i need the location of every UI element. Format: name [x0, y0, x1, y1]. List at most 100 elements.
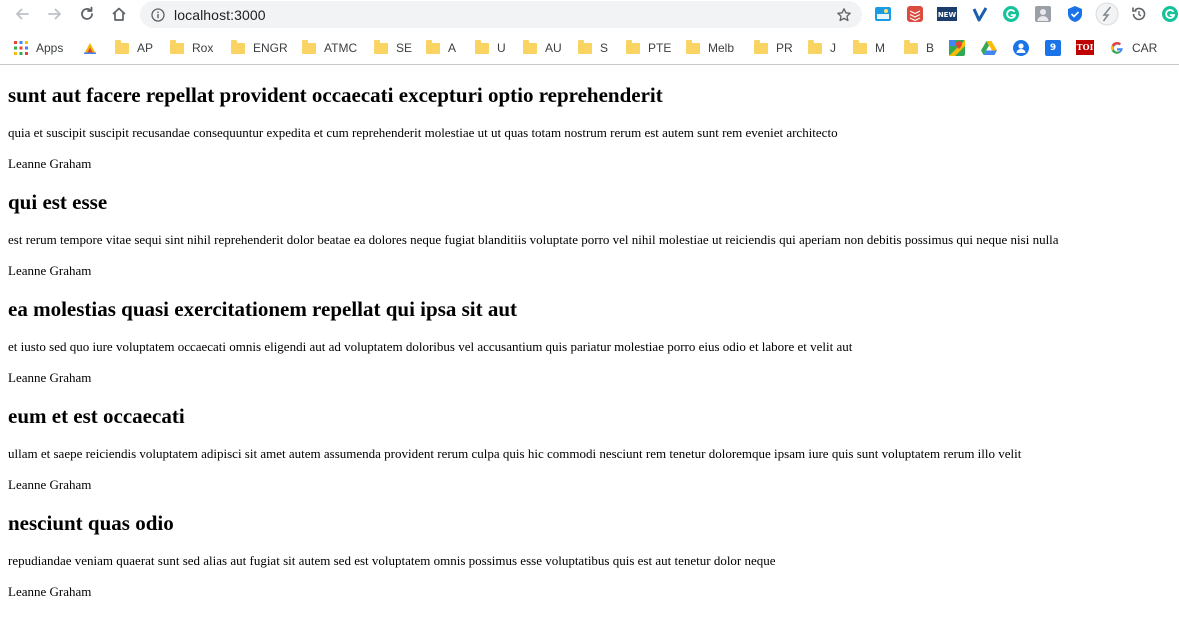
folder-icon: [904, 40, 918, 54]
maps-icon: [949, 39, 965, 56]
folder-icon: [115, 40, 129, 54]
post-item: sunt aut facere repellat provident occae…: [8, 83, 1171, 172]
extension-shield-icon[interactable]: [1065, 4, 1085, 24]
folder-icon: [626, 40, 640, 54]
post-author: Leanne Graham: [8, 477, 92, 492]
bookmark-apps[interactable]: Apps: [14, 31, 63, 64]
bookmark-custom[interactable]: [82, 31, 98, 64]
post-title: qui est esse: [8, 190, 108, 214]
bookmark-label: ENGR: [253, 40, 288, 55]
post-body: ullam et saepe reiciendis voluptatem adi…: [8, 446, 1022, 461]
reload-icon: [81, 6, 93, 20]
folder-icon: [302, 40, 316, 54]
account-icon: [1013, 39, 1029, 56]
post-author: Leanne Graham: [8, 584, 92, 599]
bookmark-folder-rox[interactable]: Rox: [170, 31, 213, 64]
custom-site-icon: [84, 42, 96, 54]
folder-icon: [686, 40, 700, 54]
bookmark-folder-ap[interactable]: AP: [115, 31, 153, 64]
bookmark-calendar[interactable]: 9: [1045, 31, 1061, 64]
post-item: qui est esse est rerum tempore vitae seq…: [8, 190, 1171, 279]
bookmark-maps[interactable]: [949, 31, 965, 64]
back-arrow-icon: [16, 8, 29, 20]
bookmark-label: ATMC: [324, 40, 358, 55]
bookmark-folder-atmc[interactable]: ATMC: [302, 31, 357, 64]
forward-button[interactable]: [43, 2, 67, 26]
bookmark-folder-m[interactable]: M: [853, 31, 885, 64]
bookmark-drive[interactable]: [981, 31, 997, 64]
extension-history-icon[interactable]: [1129, 4, 1149, 24]
post-item: ea molestias quasi exercitationem repell…: [8, 297, 1171, 386]
bookmark-account[interactable]: [1013, 31, 1029, 64]
bookmark-label: PR: [776, 40, 793, 55]
post-title: ea molestias quasi exercitationem repell…: [8, 297, 518, 321]
post-title: eum et est occaecati: [8, 404, 185, 428]
back-button[interactable]: [10, 2, 34, 26]
bookmark-folder-se[interactable]: SE: [374, 31, 412, 64]
folder-icon: [475, 40, 489, 54]
bookmark-label: A: [448, 40, 457, 55]
bookmark-car[interactable]: CAR: [1110, 31, 1157, 64]
bookmark-folder-u[interactable]: U: [475, 31, 506, 64]
bookmarks-bar: Apps AP Rox ENGR ATMC SE A U AU S PTE Me…: [0, 31, 1179, 65]
extension-speed-icon[interactable]: [1095, 2, 1119, 26]
bookmark-label: Apps: [36, 40, 64, 55]
post-body: et iusto sed quo iure voluptatem occaeca…: [8, 339, 853, 354]
post-author: Leanne Graham: [8, 263, 92, 278]
toi-text: TOI: [1076, 42, 1094, 52]
bookmark-folder-au[interactable]: AU: [523, 31, 562, 64]
svg-text:NEW: NEW: [938, 11, 957, 19]
bookmark-folder-melb[interactable]: Melb: [686, 31, 734, 64]
bookmark-label: U: [497, 40, 506, 55]
extension-vimeo-icon[interactable]: [970, 4, 990, 24]
folder-icon: [523, 40, 537, 54]
bookmark-star-icon[interactable]: [835, 6, 852, 23]
home-icon: [112, 7, 126, 21]
post-body: repudiandae veniam quaerat sunt sed alia…: [8, 553, 776, 568]
post-title: sunt aut facere repellat provident occae…: [8, 83, 663, 107]
folder-icon: [754, 40, 768, 54]
extension-profile-icon[interactable]: [1033, 4, 1053, 24]
folder-icon: [374, 40, 388, 54]
post-body: quia et suscipit suscipit recusandae con…: [8, 125, 838, 140]
apps-grid-icon: [14, 40, 28, 55]
bookmark-folder-a[interactable]: A: [426, 31, 456, 64]
bookmark-folder-engr[interactable]: ENGR: [231, 31, 288, 64]
post-author: Leanne Graham: [8, 156, 92, 171]
bookmark-label: SE: [396, 40, 413, 55]
folder-icon: [578, 40, 592, 54]
bookmark-label: Melb: [708, 40, 735, 55]
folder-icon: [853, 40, 867, 54]
page-content: sunt aut facere repellat provident occae…: [0, 83, 1179, 600]
bookmark-label: M: [875, 40, 885, 55]
folder-icon: [426, 40, 440, 54]
folder-icon: [231, 40, 245, 54]
site-info-icon[interactable]: [150, 7, 166, 23]
extension-news-icon[interactable]: NEW: [937, 4, 957, 24]
calendar-day-text: 9: [1049, 42, 1057, 53]
address-bar[interactable]: localhost:3000: [140, 1, 862, 28]
bookmark-folder-s[interactable]: S: [578, 31, 608, 64]
folder-icon: [170, 40, 184, 54]
bookmark-label: S: [600, 40, 609, 55]
toi-icon: TOI: [1076, 40, 1094, 55]
bookmark-label: PTE: [648, 40, 672, 55]
browser-toolbar: localhost:3000 NEW: [0, 0, 1179, 31]
post-title: nesciunt quas odio: [8, 511, 174, 535]
address-text[interactable]: localhost:3000: [174, 7, 266, 23]
extension-grammarly-2-icon[interactable]: [1160, 4, 1179, 24]
calendar-icon: 9: [1045, 39, 1061, 56]
extension-grammarly-icon[interactable]: [1001, 4, 1021, 24]
bookmark-folder-pr[interactable]: PR: [754, 31, 793, 64]
extension-todoist-icon[interactable]: [905, 4, 925, 24]
reload-button[interactable]: [75, 2, 99, 26]
extension-weather-icon[interactable]: [873, 4, 893, 24]
bookmark-label: AP: [137, 40, 154, 55]
bookmark-folder-b[interactable]: B: [904, 31, 934, 64]
bookmark-folder-pte[interactable]: PTE: [626, 31, 671, 64]
post-body: est rerum tempore vitae sequi sint nihil…: [8, 232, 1059, 247]
post-item: eum et est occaecati ullam et saepe reic…: [8, 404, 1171, 493]
bookmark-toi[interactable]: TOI: [1076, 31, 1094, 64]
bookmark-folder-j[interactable]: J: [808, 31, 836, 64]
home-button[interactable]: [107, 2, 131, 26]
